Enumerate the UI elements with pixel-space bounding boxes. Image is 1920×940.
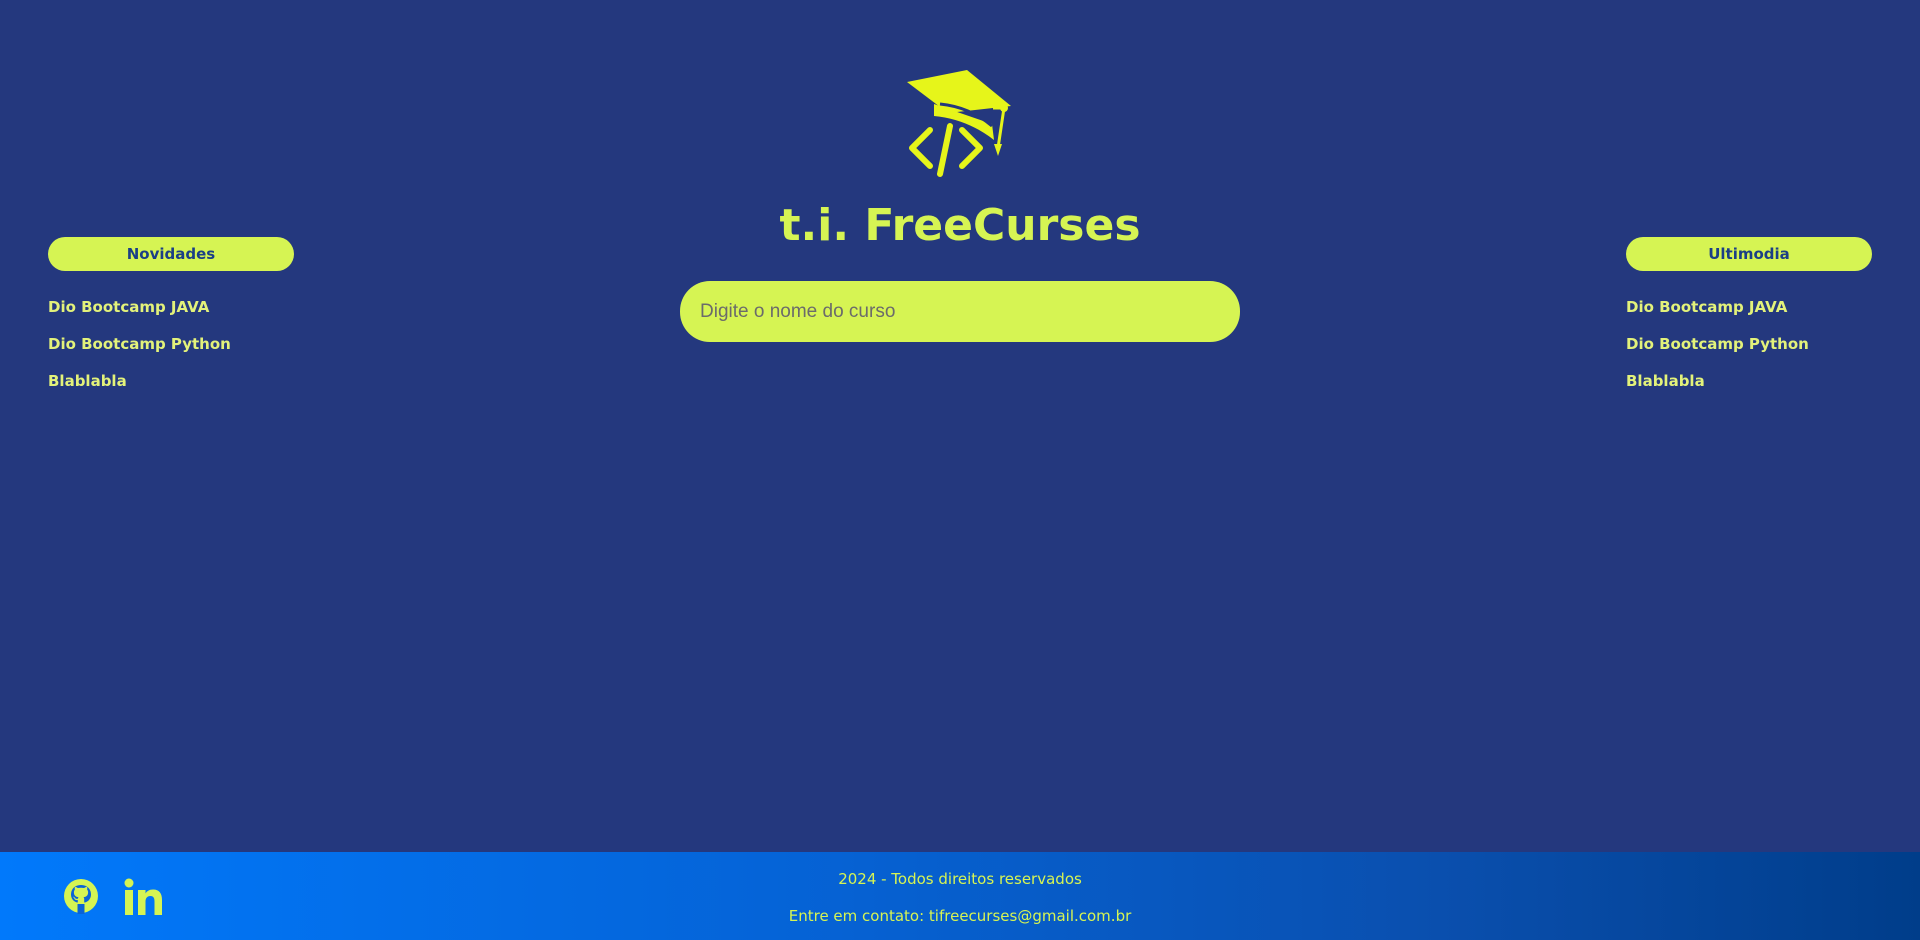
list-item: Dio Bootcamp JAVA [48, 297, 294, 316]
latest-panel: Ultimodia Dio Bootcamp JAVA Dio Bootcamp… [1626, 237, 1872, 408]
news-link-python[interactable]: Dio Bootcamp Python [48, 335, 231, 353]
github-icon[interactable] [63, 878, 99, 914]
list-item: Dio Bootcamp Python [1626, 334, 1872, 353]
news-panel: Novidades Dio Bootcamp JAVA Dio Bootcamp… [48, 237, 294, 408]
footer: 2024 - Todos direitos reservados Entre e… [0, 852, 1920, 940]
linkedin-icon[interactable] [124, 878, 166, 916]
site-title: t.i. FreeCurses [779, 200, 1141, 251]
latest-link-blablabla[interactable]: Blablabla [1626, 372, 1705, 390]
graduation-cap-code-icon [907, 70, 1011, 177]
course-search-input[interactable] [680, 281, 1240, 342]
latest-list: Dio Bootcamp JAVA Dio Bootcamp Python Bl… [1626, 297, 1872, 390]
latest-panel-title[interactable]: Ultimodia [1626, 237, 1872, 271]
latest-link-java[interactable]: Dio Bootcamp JAVA [1626, 298, 1787, 316]
news-list: Dio Bootcamp JAVA Dio Bootcamp Python Bl… [48, 297, 294, 390]
footer-copyright: 2024 - Todos direitos reservados [838, 870, 1082, 888]
list-item: Blablabla [48, 371, 294, 390]
footer-contact: Entre em contato: tifreecurses@gmail.com… [788, 907, 1132, 925]
list-item: Dio Bootcamp JAVA [1626, 297, 1872, 316]
news-link-blablabla[interactable]: Blablabla [48, 372, 127, 390]
latest-link-python[interactable]: Dio Bootcamp Python [1626, 335, 1809, 353]
news-link-java[interactable]: Dio Bootcamp JAVA [48, 298, 209, 316]
news-panel-title[interactable]: Novidades [48, 237, 294, 271]
page: Novidades Dio Bootcamp JAVA Dio Bootcamp… [0, 0, 1920, 940]
list-item: Blablabla [1626, 371, 1872, 390]
list-item: Dio Bootcamp Python [48, 334, 294, 353]
